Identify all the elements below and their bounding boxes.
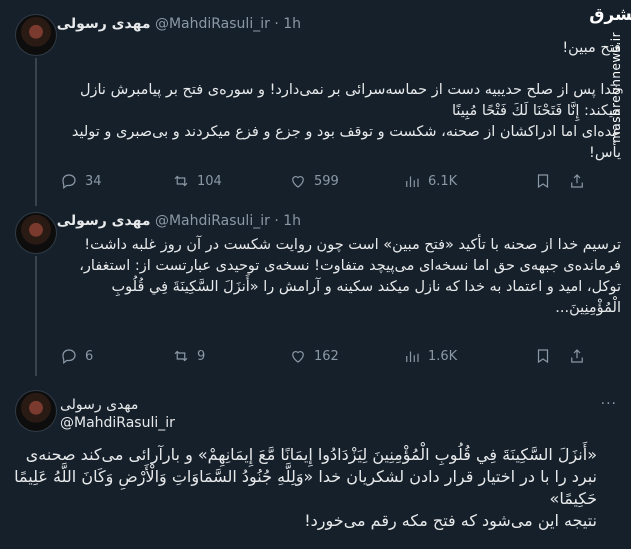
bookmark-icon — [537, 349, 549, 364]
retweet-count: 104 — [197, 173, 222, 189]
author-name[interactable]: مهدی رسولی — [60, 396, 175, 414]
retweet-button[interactable]: 104 — [172, 172, 222, 190]
avatar[interactable] — [15, 390, 57, 432]
views-icon — [406, 176, 419, 187]
tweet-actions: 34 104 599 6.1K — [60, 172, 611, 192]
views-button[interactable]: 6.1K — [403, 172, 457, 190]
reply-icon — [62, 174, 76, 189]
avatar[interactable] — [15, 14, 57, 56]
thread-line — [35, 256, 37, 376]
retweet-icon — [174, 175, 188, 187]
reply-button[interactable]: 6 — [60, 347, 93, 365]
reply-count: 34 — [85, 173, 102, 189]
share-icon — [571, 174, 583, 188]
retweet-icon — [174, 350, 188, 362]
tweet-text: ترسیم خدا از صحنه با تأکید «فتح مبین» اس… — [79, 237, 621, 316]
share-icon — [571, 349, 583, 363]
tweet-actions: 6 9 162 1.6K — [60, 347, 611, 367]
tweet-text: فتح مبین! خدا پس از صلح حدیبیه دست از حم… — [71, 40, 621, 161]
author-name[interactable]: مهدی رسولی — [57, 16, 151, 32]
separator-dot: · — [274, 16, 279, 32]
bookmark-button[interactable] — [534, 172, 559, 190]
views-count: 1.6K — [428, 348, 458, 364]
like-button[interactable]: 599 — [289, 172, 339, 190]
author-name[interactable]: مهدی رسولی — [57, 213, 151, 229]
bookmark-icon — [537, 174, 549, 189]
avatar[interactable] — [15, 212, 57, 254]
retweet-count: 9 — [197, 348, 206, 364]
views-icon — [406, 351, 419, 362]
author-handle[interactable]: @MahdiRasuli_ir — [60, 415, 175, 431]
separator-dot: · — [274, 213, 279, 229]
heart-icon — [292, 351, 304, 363]
bookmark-button[interactable] — [534, 347, 559, 365]
share-button[interactable] — [568, 347, 593, 365]
views-button[interactable]: 1.6K — [403, 347, 457, 365]
reply-count: 6 — [85, 348, 94, 364]
watermark: مشرق mashreghnews.ir — [589, 0, 631, 549]
heart-icon — [292, 176, 304, 188]
tweet-header: مهدی رسولی @MahdiRasuli_ir · 1h — [57, 16, 301, 32]
like-button[interactable]: 162 — [289, 347, 339, 365]
reply-icon — [62, 349, 76, 364]
timestamp[interactable]: 1h — [283, 16, 301, 32]
reply-button[interactable]: 34 — [60, 172, 102, 190]
like-count: 599 — [314, 173, 339, 189]
retweet-button[interactable]: 9 — [172, 347, 205, 365]
timestamp[interactable]: 1h — [283, 213, 301, 229]
views-count: 6.1K — [428, 173, 458, 189]
watermark-site: mashreghnews.ir — [609, 32, 623, 143]
author-handle[interactable]: @MahdiRasuli_ir — [155, 16, 270, 32]
thread-line — [35, 58, 37, 206]
tweet-header: مهدی رسولی @MahdiRasuli_ir · 1h — [57, 213, 301, 229]
main-tweet-text: «أَنزَلَ السَّكِينَةَ فِي قُلُوبِ الْمُؤ… — [14, 445, 597, 530]
watermark-logo: مشرق — [589, 5, 631, 25]
like-count: 162 — [314, 348, 339, 364]
share-button[interactable] — [568, 172, 593, 190]
author-handle[interactable]: @MahdiRasuli_ir — [155, 213, 270, 229]
main-tweet-header: مهدی رسولی @MahdiRasuli_ir — [60, 396, 175, 432]
